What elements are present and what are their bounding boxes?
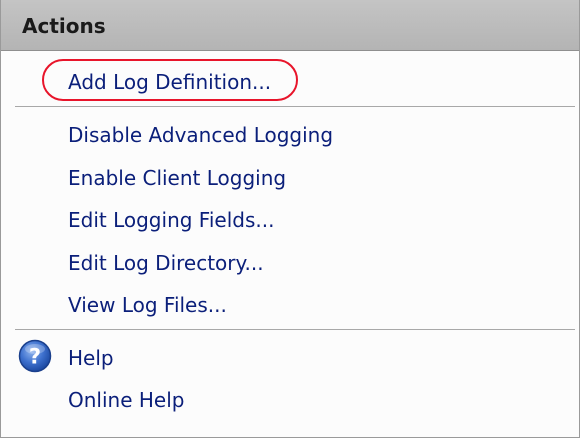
separator — [15, 106, 575, 107]
svg-text:?: ? — [29, 345, 41, 369]
add-log-definition-link[interactable]: Add Log Definition... — [68, 70, 271, 94]
online-help-link[interactable]: Online Help — [68, 388, 184, 412]
help-icon[interactable]: ? — [18, 339, 52, 373]
disable-advanced-logging-link[interactable]: Disable Advanced Logging — [68, 123, 333, 147]
actions-panel: Actions Add Log Definition... Disable Ad… — [0, 0, 580, 438]
actions-panel-title: Actions — [22, 14, 106, 38]
separator — [15, 329, 575, 330]
edit-logging-fields-link[interactable]: Edit Logging Fields... — [68, 208, 274, 232]
edit-log-directory-link[interactable]: Edit Log Directory... — [68, 251, 264, 275]
view-log-files-link[interactable]: View Log Files... — [68, 293, 227, 317]
actions-panel-header: Actions — [1, 0, 579, 51]
enable-client-logging-link[interactable]: Enable Client Logging — [68, 166, 286, 190]
help-link[interactable]: Help — [68, 346, 114, 370]
